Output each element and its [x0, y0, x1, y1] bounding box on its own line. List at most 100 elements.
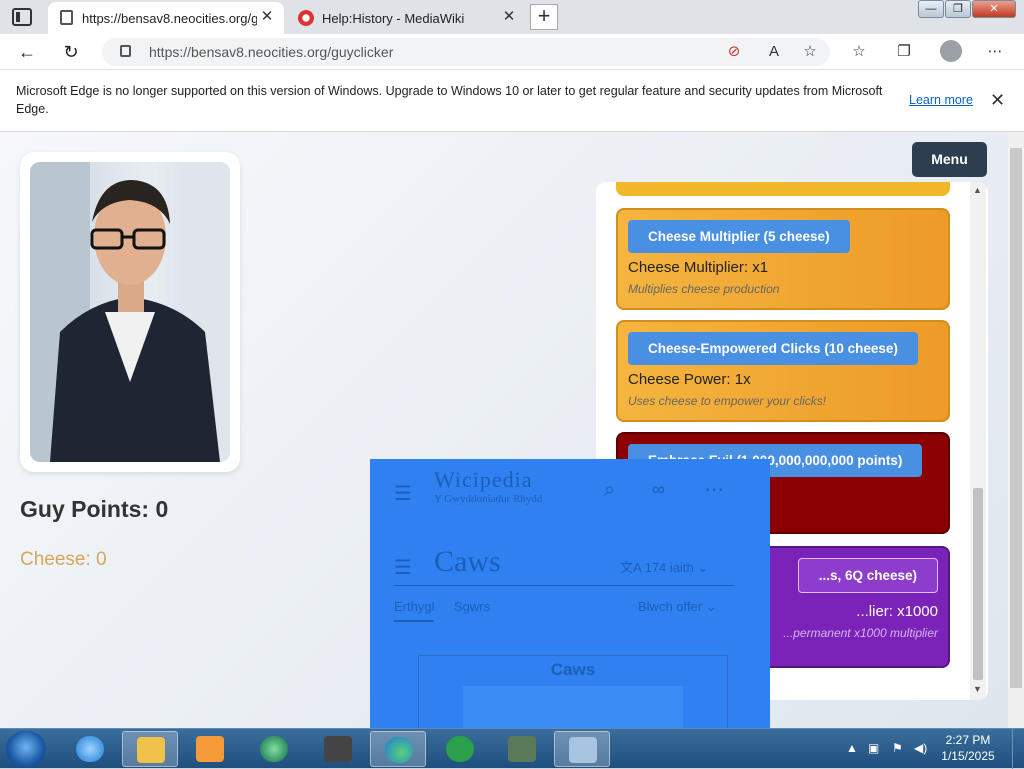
network-icon[interactable]: ▣ [868, 741, 879, 755]
wiki-logo[interactable]: Wicipedia [434, 467, 533, 493]
purple-upgrade-button[interactable]: ...s, 6Q cheese) [797, 558, 938, 593]
profile-avatar[interactable] [940, 40, 962, 62]
search-icon[interactable]: ⌕ [604, 479, 615, 502]
taskbar-media-player[interactable] [182, 731, 238, 767]
page-icon [60, 10, 73, 25]
upgrade-card: Cheese Multiplier (5 cheese) Cheese Mult… [616, 208, 950, 310]
taskbar-explorer[interactable] [122, 731, 178, 767]
cheese-empowered-clicks-button[interactable]: Cheese-Empowered Clicks (10 cheese) [628, 332, 918, 365]
clock[interactable]: 2:27 PM 1/15/2025 [938, 732, 998, 764]
app-icon [260, 736, 288, 762]
close-icon[interactable]: ✕ [500, 8, 518, 26]
divider [394, 585, 734, 586]
infobox: Caws [418, 655, 728, 729]
tools-dropdown[interactable]: Blwch offer ⌄ [638, 599, 717, 615]
lock-icon[interactable] [120, 45, 131, 57]
cheese-display: Cheese: 0 [20, 549, 107, 570]
taskbar-terminal[interactable] [494, 731, 550, 767]
clock-time: 2:27 PM [945, 733, 991, 747]
menu-button[interactable]: Menu [912, 142, 987, 177]
unsupported-notice-bar: Microsoft Edge is no longer supported on… [0, 70, 1024, 132]
upgrade-stat: Cheese Multiplier: x1 [628, 259, 769, 276]
language-count: 174 iaith [644, 560, 694, 575]
edge-icon [385, 737, 413, 763]
wiki-article-title: Caws [434, 545, 501, 578]
more-icon[interactable]: ⋯ [704, 477, 724, 502]
tab-mediawiki[interactable]: Help:History - MediaWiki ✕ [288, 2, 526, 34]
show-hidden-icons[interactable]: ▲ [846, 741, 858, 755]
cheese-multiplier-button[interactable]: Cheese Multiplier (5 cheese) [628, 220, 850, 253]
taskbar-remote[interactable] [554, 731, 610, 767]
close-icon[interactable]: ✕ [258, 8, 276, 26]
panel-scroll-thumb[interactable] [973, 488, 983, 680]
more-icon[interactable]: ⋯ [985, 42, 1005, 62]
add-favorite-icon[interactable]: ☆ [800, 42, 820, 62]
action-center-flag-icon[interactable]: ⚑ [892, 741, 903, 755]
disc-icon [324, 736, 352, 762]
monitor-icon [508, 736, 536, 762]
back-arrow-icon[interactable]: ← [14, 40, 40, 64]
taskbar-app[interactable] [246, 731, 302, 767]
wiki-tagline: Y Gwyddoniadur Rhydd [434, 493, 543, 505]
upgrade-card-partial [616, 182, 950, 196]
scroll-down-icon[interactable]: ▼ [973, 684, 982, 694]
window-close-button[interactable]: ✕ [972, 0, 1016, 18]
internet-explorer-icon [76, 736, 104, 762]
wikipedia-overlay-window[interactable]: ☰ Wicipedia Y Gwyddoniadur Rhydd ⌕ ∞ ⋯ ☰… [370, 459, 770, 729]
guy-portrait [30, 162, 230, 462]
guy-points-display: Guy Points: 0 [20, 496, 169, 522]
link-icon[interactable]: ∞ [652, 479, 665, 500]
taskbar-winiso[interactable] [310, 731, 366, 767]
taskbar-edge[interactable] [370, 731, 426, 767]
js-icon [446, 736, 474, 762]
tracking-blocked-icon[interactable]: ⊘ [724, 42, 744, 62]
guy-photo[interactable] [30, 162, 230, 462]
favorites-icon[interactable]: ☆ [849, 42, 869, 62]
upgrade-stat: Cheese Power: 1x [628, 371, 751, 388]
taskbar-js-app[interactable] [432, 731, 488, 767]
tab-guyclicker[interactable]: https://bensav8.neocities.org/gu ✕ [48, 2, 284, 34]
refresh-icon[interactable]: ↻ [58, 40, 84, 64]
computer-icon [569, 737, 597, 763]
clock-date: 1/15/2025 [941, 749, 995, 763]
tab-label: https://bensav8.neocities.org/gu [82, 10, 257, 26]
show-desktop-button[interactable] [1012, 729, 1024, 769]
infobox-image [463, 686, 683, 729]
start-button[interactable] [6, 731, 46, 767]
infobox-title: Caws [550, 660, 596, 679]
tab-actions-icon[interactable] [12, 8, 32, 26]
volume-icon[interactable]: ◀) [914, 741, 927, 755]
translate-icon: 文A [620, 560, 641, 575]
language-button[interactable]: 文A 174 iaith ⌄ [620, 557, 708, 576]
contents-icon[interactable]: ☰ [394, 555, 412, 580]
scroll-up-icon[interactable]: ▲ [973, 185, 982, 195]
navigation-bar: ← ↻ https://bensav8.neocities.org/guycli… [0, 34, 1024, 70]
close-icon[interactable]: ✕ [990, 90, 1005, 111]
learn-more-link[interactable]: Learn more [909, 93, 973, 107]
taskbar-internet-explorer[interactable] [62, 731, 118, 767]
maximize-button[interactable]: ❐ [945, 0, 971, 18]
page-scroll-thumb[interactable] [1010, 148, 1022, 688]
windows-taskbar: ▲ ▣ ⚑ ◀) 2:27 PM 1/15/2025 [0, 728, 1024, 769]
tab-bar: https://bensav8.neocities.org/gu ✕ Help:… [0, 0, 1024, 34]
upgrade-description: Uses cheese to empower your clicks! [628, 394, 827, 408]
new-tab-button[interactable]: + [530, 4, 558, 30]
upgrade-card: Cheese-Empowered Clicks (10 cheese) Chee… [616, 320, 950, 422]
url-text: https://bensav8.neocities.org/guyclicker [149, 44, 394, 60]
folder-icon [137, 737, 165, 763]
address-bar[interactable]: https://bensav8.neocities.org/guyclicker [102, 38, 830, 66]
tab-talk[interactable]: Sgwrs [454, 599, 490, 614]
media-player-icon [196, 736, 224, 762]
tab-label: Help:History - MediaWiki [322, 10, 465, 26]
upgrade-description: Multiplies cheese production [628, 282, 780, 296]
read-aloud-icon[interactable]: A [764, 42, 784, 62]
collections-icon[interactable]: ❐ [894, 42, 914, 62]
mediawiki-icon [298, 10, 314, 26]
guy-card[interactable] [20, 152, 240, 472]
page-scrollbar[interactable] [1008, 132, 1024, 728]
notice-text: Microsoft Edge is no longer supported on… [16, 84, 883, 116]
panel-scrollbar[interactable]: ▲ ▼ [970, 182, 986, 700]
hamburger-icon[interactable]: ☰ [394, 481, 412, 506]
minimize-button[interactable]: — [918, 0, 944, 18]
tab-article[interactable]: Erthygl [394, 599, 435, 622]
